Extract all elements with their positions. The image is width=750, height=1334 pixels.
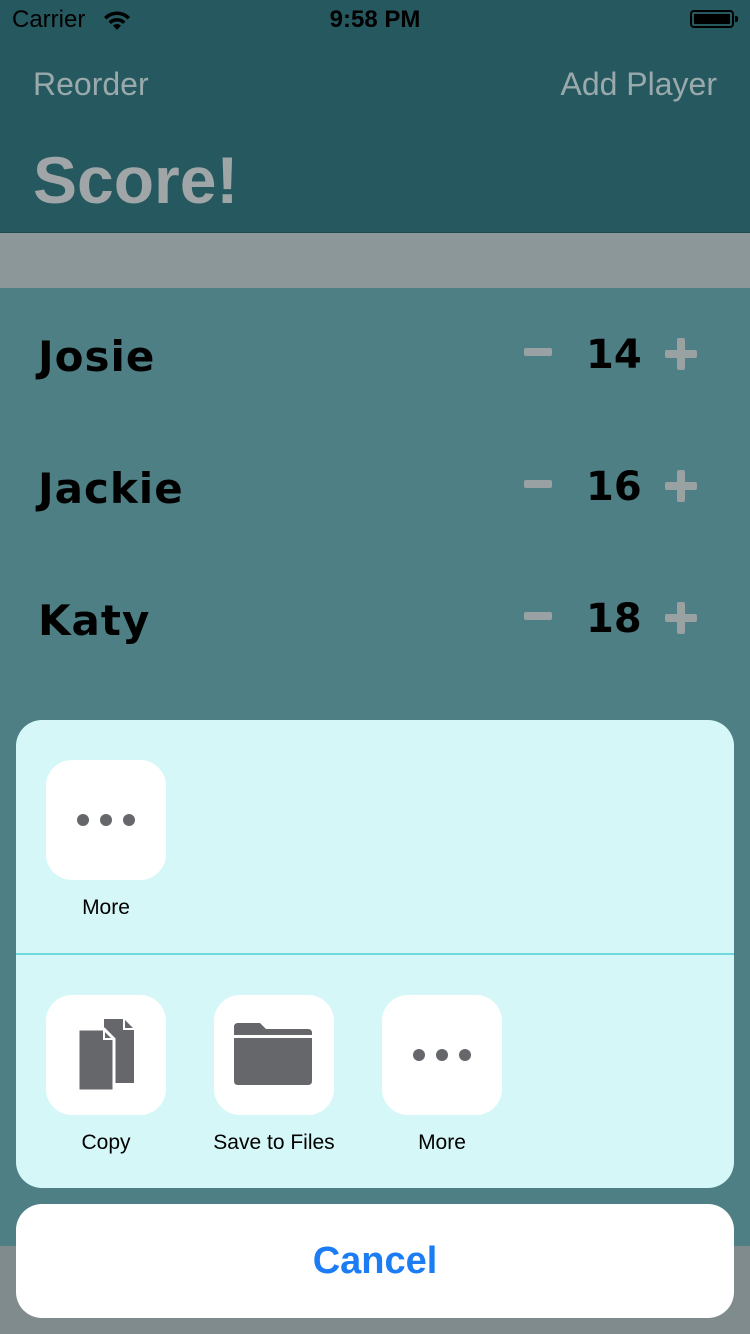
action-label: More bbox=[418, 1131, 466, 1154]
more-tile bbox=[382, 995, 502, 1115]
share-sheet: More Copy Save to Files More bbox=[16, 720, 734, 1188]
more-actions-button[interactable]: More bbox=[357, 995, 527, 1155]
cancel-button[interactable]: Cancel bbox=[16, 1204, 734, 1318]
player-row-josie: Josie 14 bbox=[0, 288, 750, 420]
score-value: 18 bbox=[586, 596, 642, 642]
player-name: Jackie bbox=[38, 464, 184, 513]
more-tile bbox=[46, 760, 166, 880]
player-list: Josie 14 Jackie 16 Katy 18 bbox=[0, 288, 750, 718]
action-label: More bbox=[82, 896, 130, 919]
add-player-button[interactable]: Add Player bbox=[560, 66, 717, 103]
action-label: Copy bbox=[81, 1131, 131, 1154]
folder-icon bbox=[234, 1023, 312, 1085]
increment-button[interactable] bbox=[665, 470, 697, 502]
action-label: Save to Files bbox=[213, 1131, 335, 1154]
status-time: 9:58 PM bbox=[329, 6, 421, 33]
score-value: 14 bbox=[586, 332, 642, 378]
battery-icon bbox=[690, 10, 738, 28]
page-title: Score! bbox=[33, 143, 239, 217]
increment-button[interactable] bbox=[665, 602, 697, 634]
more-icon bbox=[77, 814, 135, 826]
share-more-button[interactable]: More bbox=[21, 760, 191, 920]
score-value: 16 bbox=[586, 464, 642, 510]
reorder-button[interactable]: Reorder bbox=[33, 66, 149, 103]
player-row-katy: Katy 18 bbox=[0, 552, 750, 684]
save-tile bbox=[214, 995, 334, 1115]
status-bar: Carrier 9:58 PM bbox=[0, 0, 750, 40]
copy-tile bbox=[46, 995, 166, 1115]
more-icon bbox=[413, 1049, 471, 1061]
section-header bbox=[0, 233, 750, 288]
save-to-files-button[interactable]: Save to Files bbox=[189, 995, 359, 1155]
increment-button[interactable] bbox=[665, 338, 697, 370]
player-name: Josie bbox=[38, 332, 156, 381]
player-row-jackie: Jackie 16 bbox=[0, 420, 750, 552]
decrement-button[interactable] bbox=[524, 480, 552, 488]
divider bbox=[16, 953, 734, 955]
decrement-button[interactable] bbox=[524, 612, 552, 620]
copy-button[interactable]: Copy bbox=[21, 995, 191, 1155]
navigation-bar: Reorder Add Player Score! bbox=[0, 40, 750, 233]
player-name: Katy bbox=[38, 596, 151, 645]
decrement-button[interactable] bbox=[524, 348, 552, 356]
copy-icon bbox=[76, 1019, 134, 1093]
